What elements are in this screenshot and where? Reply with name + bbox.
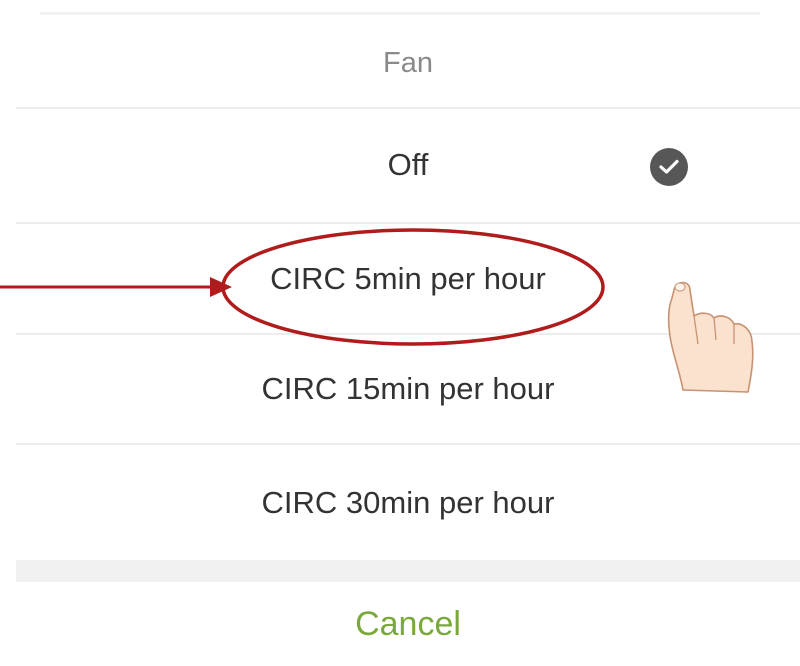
fan-option-circ-15min[interactable]: CIRC 15min per hour: [16, 335, 800, 443]
fan-option-circ-30min[interactable]: CIRC 30min per hour: [16, 446, 800, 559]
cancel-button-label: Cancel: [355, 604, 461, 643]
fan-option-label: Off: [387, 147, 429, 182]
sheet-title: Fan: [16, 22, 800, 104]
fan-mode-action-sheet-screen: Fan Off CIRC 5min per hour CIRC 15min pe…: [0, 0, 800, 666]
check-circle-icon: [650, 148, 688, 186]
divider: [16, 222, 800, 224]
fan-option-label: CIRC 30min per hour: [261, 484, 555, 520]
fan-option-label: CIRC 5min per hour: [270, 261, 546, 296]
divider: [16, 107, 800, 109]
sheet-separator: [16, 560, 800, 582]
action-sheet: Fan Off CIRC 5min per hour CIRC 15min pe…: [16, 0, 800, 666]
divider: [16, 443, 800, 445]
sheet-title-label: Fan: [383, 46, 433, 79]
fan-option-label: CIRC 15min per hour: [261, 371, 555, 406]
fan-option-circ-5min[interactable]: CIRC 5min per hour: [16, 226, 800, 332]
cancel-button[interactable]: Cancel: [16, 582, 800, 666]
